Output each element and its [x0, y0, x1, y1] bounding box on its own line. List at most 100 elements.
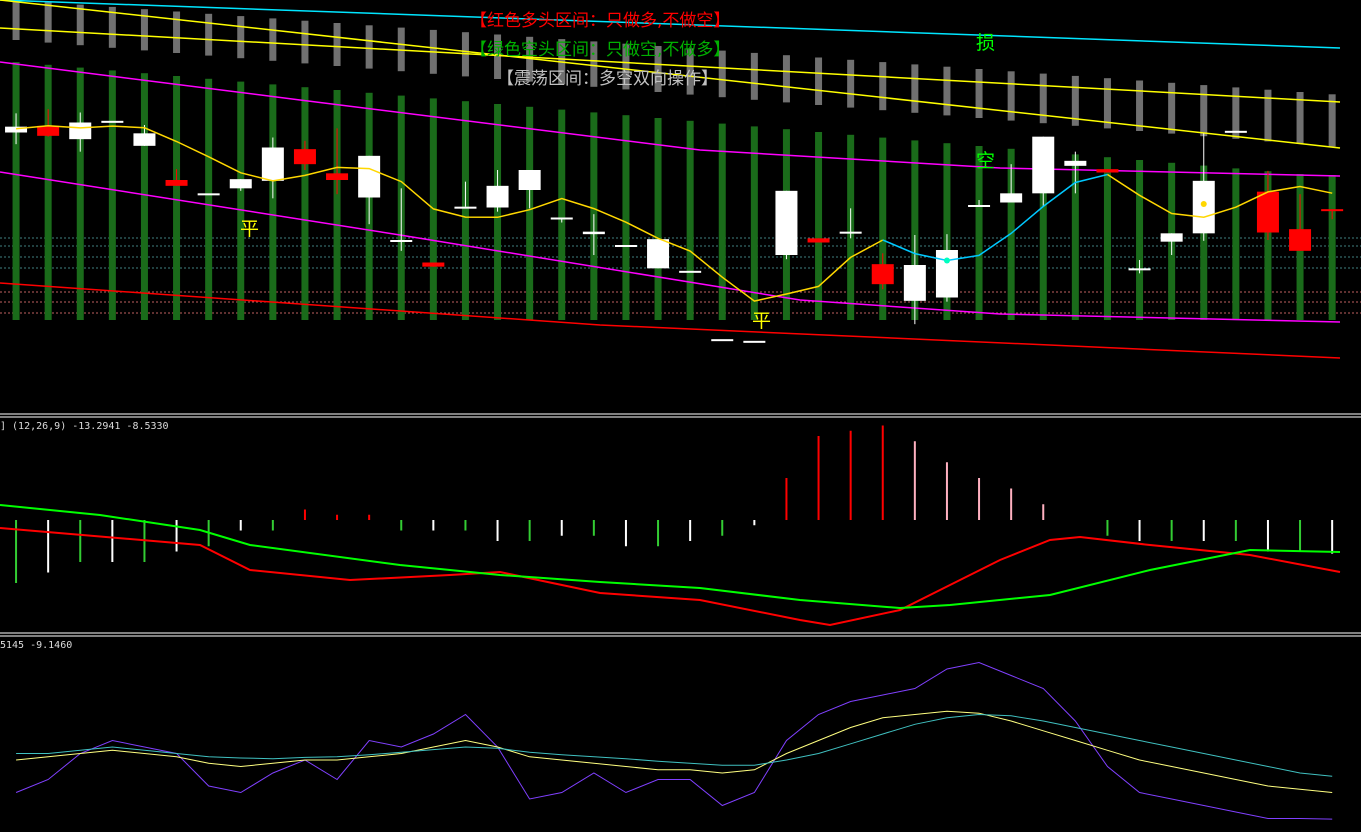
signal-flat: 平: [240, 218, 260, 240]
candle-body: [1160, 233, 1183, 242]
zone-bar-grey: [975, 69, 983, 118]
zone-bar-grey: [943, 66, 951, 116]
candle-body: [839, 231, 862, 234]
macd-dif-line: [0, 527, 1341, 627]
signal-dot: [1200, 201, 1207, 207]
candle-body: [550, 217, 573, 220]
zone-bar-green: [750, 126, 758, 321]
zone-bar-grey: [173, 11, 181, 53]
zone-bar-grey: [815, 57, 823, 105]
candle-body: [486, 185, 509, 208]
zone-bar-grey: [1136, 80, 1144, 131]
zone-bar-grey: [76, 4, 84, 46]
candle-body: [679, 270, 702, 273]
candle-body: [518, 170, 541, 190]
zone-bar-green: [333, 90, 341, 320]
candle-body: [871, 264, 894, 285]
oscillator-panel: [15, 661, 1333, 820]
candle-body: [775, 190, 798, 255]
zone-bar-grey: [1200, 85, 1208, 137]
oscillator-line-teal: [16, 713, 1333, 777]
candle-body: [69, 122, 92, 140]
signal-stop: 损: [976, 32, 996, 54]
zone-bar-green: [269, 84, 277, 321]
zone-bar-green: [301, 87, 309, 320]
zone-bar-grey: [1007, 71, 1015, 121]
zone-bar-green: [526, 106, 534, 320]
candle-body: [711, 339, 734, 342]
candle-body: [133, 133, 156, 146]
zone-bar-green: [815, 132, 823, 320]
candle-body: [422, 262, 445, 267]
candle-body: [390, 240, 413, 242]
candle-body: [1000, 193, 1023, 203]
zone-bar-green: [173, 76, 181, 320]
zone-bar-grey: [269, 18, 277, 61]
candle-body: [1128, 268, 1151, 271]
candle-body: [165, 180, 188, 186]
legend-bull-zone: 【红色多头区间：只做多,不做空】: [470, 11, 731, 31]
candle-body: [1096, 169, 1119, 173]
zone-bar-green: [237, 81, 245, 320]
zone-bar-grey: [12, 0, 20, 40]
candle-body: [197, 193, 220, 196]
oscillator-line-yellow: [16, 710, 1333, 793]
zone-bar-green: [558, 109, 566, 320]
zone-bar-green: [76, 67, 84, 320]
zone-bar-green: [654, 118, 662, 320]
candle-body: [326, 173, 349, 180]
candle-body: [968, 205, 991, 207]
zone-bar-green: [622, 115, 630, 320]
zone-bar-green: [494, 104, 502, 320]
zone-bar-green: [12, 62, 20, 320]
candle-body: [1032, 136, 1055, 194]
zone-bar-grey: [237, 16, 245, 59]
candle-body: [1321, 209, 1344, 212]
candle-body: [1224, 130, 1247, 133]
macd-panel: [0, 425, 1341, 627]
zone-bar-grey: [911, 64, 919, 113]
candle-body: [903, 265, 926, 301]
zone-bar-green: [461, 101, 469, 320]
zone-bar-grey: [365, 25, 373, 69]
candle-body: [1192, 180, 1215, 234]
zone-bar-green: [140, 73, 148, 320]
candle-body: [582, 231, 605, 235]
candle-body: [229, 179, 252, 189]
zone-bar-green: [686, 120, 694, 320]
zone-bar-green: [879, 137, 887, 320]
candle-body: [454, 206, 477, 209]
candle-body: [358, 155, 381, 198]
candle-body: [935, 250, 958, 298]
candle-body: [37, 125, 60, 136]
zone-bar-green: [108, 70, 116, 321]
oscillator-line-purple: [15, 661, 1333, 820]
legend-bear-zone: 【绿色空头区间：只做空,不做多】: [470, 40, 731, 60]
signal-short: 空: [976, 150, 996, 172]
zone-bar-green: [1136, 160, 1144, 320]
candle-body: [1064, 160, 1087, 166]
candle-body: [743, 340, 766, 343]
zone-bar-grey: [1168, 82, 1176, 134]
macd-label: ] (12,26,9) -13.2941 -8.5330: [0, 421, 169, 432]
zone-bar-grey: [1103, 78, 1111, 129]
candle-body: [807, 238, 830, 243]
zone-bar-grey: [333, 23, 341, 66]
zone-bar-green: [1103, 157, 1111, 320]
zone-bar-grey: [205, 13, 213, 56]
candle-body: [614, 245, 637, 247]
zone-bar-grey: [44, 2, 52, 43]
zone-bar-green: [1328, 175, 1336, 320]
candle-body: [293, 149, 316, 165]
zone-bar-green: [44, 64, 52, 320]
zone-bar-green: [205, 78, 213, 320]
zone-bar-green: [718, 123, 726, 320]
legend-range-zone: 【震荡区间：多空双向操作】: [497, 69, 718, 89]
candle-body: [101, 120, 124, 123]
zone-bar-grey: [301, 20, 309, 64]
zone-bar-grey: [782, 55, 790, 103]
zone-bar-grey: [847, 59, 855, 108]
oscillator-label: 5145 -9.1460: [0, 640, 73, 651]
signal-flat: 平: [752, 310, 772, 332]
candle-body: [647, 239, 670, 269]
